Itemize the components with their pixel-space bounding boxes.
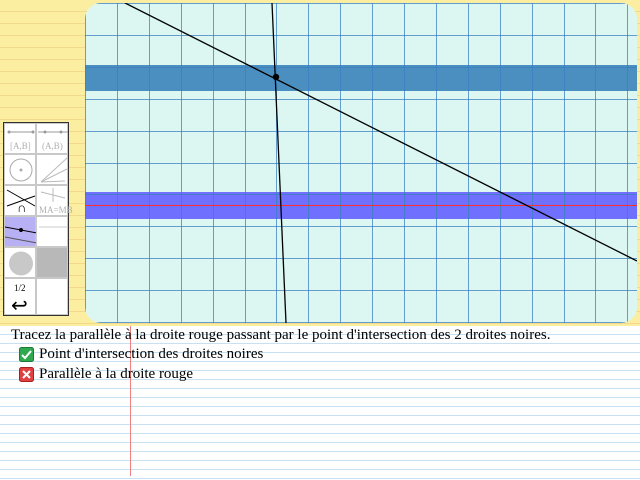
instruction-text: Tracez la parallèle à la droite rouge pa… xyxy=(11,327,551,343)
intersection-tool[interactable]: ∩ xyxy=(4,185,36,216)
tool-palette: [A,B] (A,B) ∩ MA=MB 1/2 ↩ xyxy=(3,122,73,318)
parallel-icon xyxy=(5,226,37,244)
point-tool[interactable] xyxy=(4,247,36,278)
parallel-tool[interactable] xyxy=(4,216,37,247)
geometry-drawing[interactable] xyxy=(85,3,637,323)
page-indicator-label: 1/2 xyxy=(14,283,26,293)
checklist-item: Parallèle à la droite rouge xyxy=(19,365,193,383)
checklist-item: Point d'intersection des droites noires xyxy=(19,345,263,363)
highlight-band-top xyxy=(85,65,637,91)
intersection-tool-label: ∩ xyxy=(17,200,27,215)
line-tool[interactable]: (A,B) xyxy=(36,123,68,154)
cross-icon xyxy=(19,366,34,382)
fill-tool[interactable] xyxy=(36,247,68,278)
gray-circle-icon xyxy=(9,251,33,276)
midpoint-tool-label: MA=MB xyxy=(39,205,73,215)
ray-tool[interactable] xyxy=(36,154,68,185)
line-tool-label: (A,B) xyxy=(42,141,63,151)
circle-tool[interactable] xyxy=(4,154,36,185)
ray-icon xyxy=(40,157,68,183)
geometry-canvas[interactable] xyxy=(85,3,637,323)
check-icon xyxy=(19,346,34,362)
segment-tool-label: [A,B] xyxy=(10,141,31,151)
segment-tool[interactable]: [A,B] xyxy=(4,123,36,154)
undo-arrow-icon[interactable]: ↩ xyxy=(11,293,28,318)
circle-icon xyxy=(9,158,33,182)
midpoint-tool[interactable]: MA=MB xyxy=(36,185,73,216)
checklist-label: Parallèle à la droite rouge xyxy=(39,365,194,382)
empty-tool-slot xyxy=(36,278,68,315)
page-indicator[interactable]: 1/2 ↩ xyxy=(4,278,36,318)
perpendicular-tool[interactable] xyxy=(36,216,68,247)
intersection-point xyxy=(272,73,280,81)
checklist-label: Point d'intersection des droites noires xyxy=(39,345,264,362)
perpendicular-icon xyxy=(39,226,67,228)
